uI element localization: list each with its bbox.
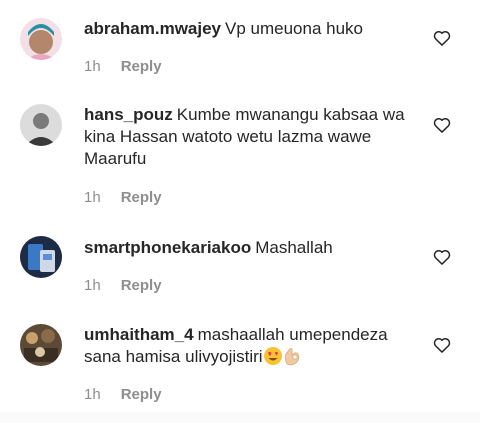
comment-body: Mashallah [255, 238, 333, 257]
avatar[interactable] [20, 324, 62, 366]
heart-outline-icon[interactable] [432, 28, 452, 48]
comment-text-block: hans_pouz Kumbe mwanangu kabsaa wa kina H… [84, 104, 424, 170]
comment-meta: 1h Reply [84, 189, 162, 206]
comment-text-block: smartphonekariakoo Mashallah [84, 237, 424, 259]
bottom-divider [0, 412, 480, 423]
heart-eyes-emoji [263, 347, 282, 365]
comment-username[interactable]: abraham.mwajey [84, 19, 221, 38]
heart-outline-icon[interactable] [432, 115, 452, 135]
reply-button[interactable]: Reply [121, 386, 162, 403]
comment-time: 1h [84, 386, 101, 403]
comment-time: 1h [84, 58, 101, 75]
comment-text-block: umhaitham_4 mashaallah umependeza sana ha… [84, 324, 424, 368]
avatar[interactable] [20, 236, 62, 278]
comment-body: Vp umeuona huko [225, 19, 364, 38]
comment-meta: 1h Reply [84, 58, 162, 75]
comment-meta: 1h Reply [84, 277, 162, 294]
comment-username[interactable]: umhaitham_4 [84, 325, 194, 344]
ok-hand-emoji [284, 348, 299, 366]
avatar[interactable] [20, 104, 62, 146]
reply-button[interactable]: Reply [121, 189, 162, 206]
reply-button[interactable]: Reply [121, 277, 162, 294]
comment-time: 1h [84, 277, 101, 294]
comment-username[interactable]: smartphonekariakoo [84, 238, 251, 257]
comment-meta: 1h Reply [84, 386, 162, 403]
reply-button[interactable]: Reply [121, 58, 162, 75]
comment-username[interactable]: hans_pouz [84, 105, 173, 124]
comment-text-block: abraham.mwajey Vp umeuona huko [84, 18, 424, 40]
heart-outline-icon[interactable] [432, 335, 452, 355]
heart-outline-icon[interactable] [432, 247, 452, 267]
comment-time: 1h [84, 189, 101, 206]
avatar[interactable] [20, 18, 62, 60]
